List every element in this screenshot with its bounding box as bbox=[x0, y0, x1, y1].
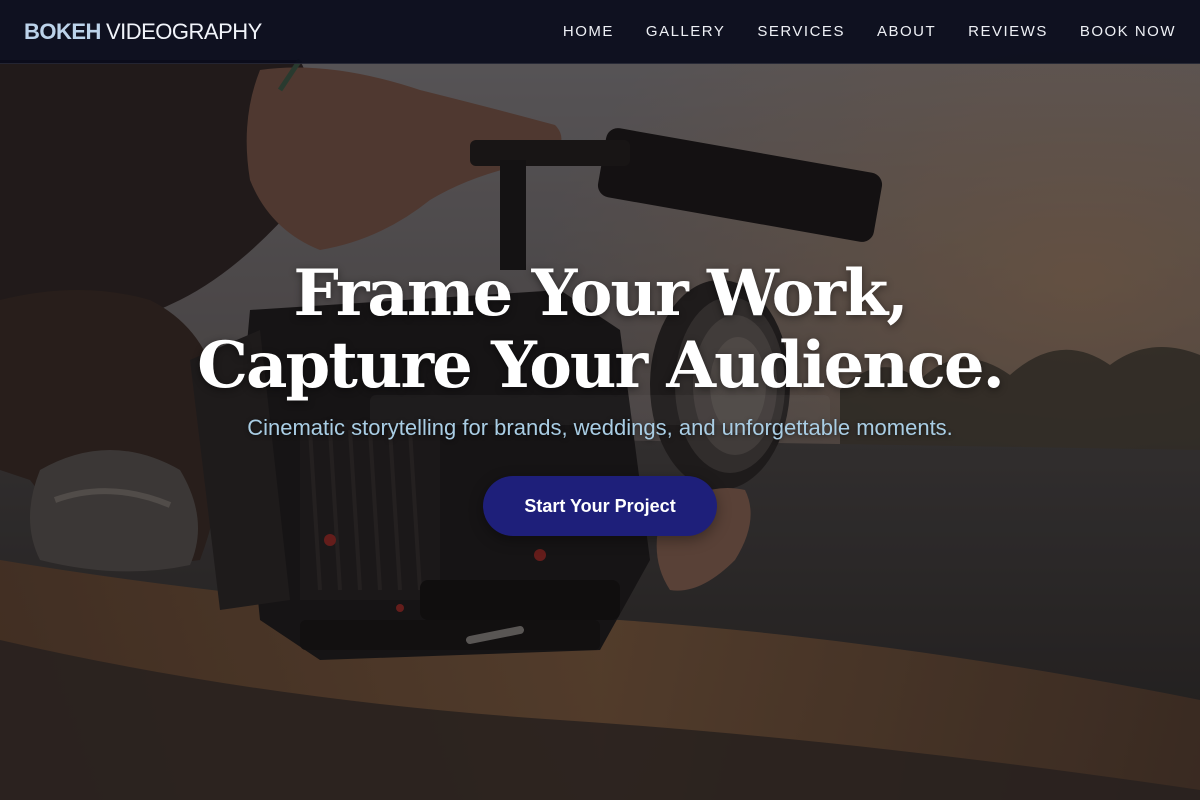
nav-link-reviews[interactable]: REVIEWS bbox=[968, 23, 1048, 40]
nav-link-gallery[interactable]: GALLERY bbox=[646, 23, 725, 40]
nav-menu: HOME GALLERY SERVICES ABOUT REVIEWS BOOK… bbox=[563, 22, 1176, 42]
nav-link-book-now[interactable]: BOOK NOW bbox=[1080, 23, 1176, 40]
hero-subtitle: Cinematic storytelling for brands, weddi… bbox=[247, 415, 953, 440]
nav-link-home[interactable]: HOME bbox=[563, 23, 614, 40]
hero-headline-line-1: Frame Your Work, bbox=[293, 256, 908, 331]
top-navbar: BOKEH VIDEOGRAPHY HOME GALLERY SERVICES A… bbox=[0, 0, 1200, 64]
hero-headline: Frame Your Work, Capture Your Audience. bbox=[0, 258, 1200, 402]
hero-section: Frame Your Work, Capture Your Audience. … bbox=[0, 258, 1200, 536]
brand-logo[interactable]: BOKEH VIDEOGRAPHY bbox=[24, 18, 262, 46]
brand-name-strong: BOKEH bbox=[24, 19, 101, 44]
landing-page: BOKEH VIDEOGRAPHY HOME GALLERY SERVICES A… bbox=[0, 0, 1200, 800]
hero-headline-line-2: Capture Your Audience. bbox=[197, 328, 1005, 403]
nav-link-about[interactable]: ABOUT bbox=[877, 23, 936, 40]
start-project-button[interactable]: Start Your Project bbox=[483, 476, 717, 536]
brand-name-light: VIDEOGRAPHY bbox=[105, 19, 262, 44]
nav-link-services[interactable]: SERVICES bbox=[757, 23, 845, 40]
